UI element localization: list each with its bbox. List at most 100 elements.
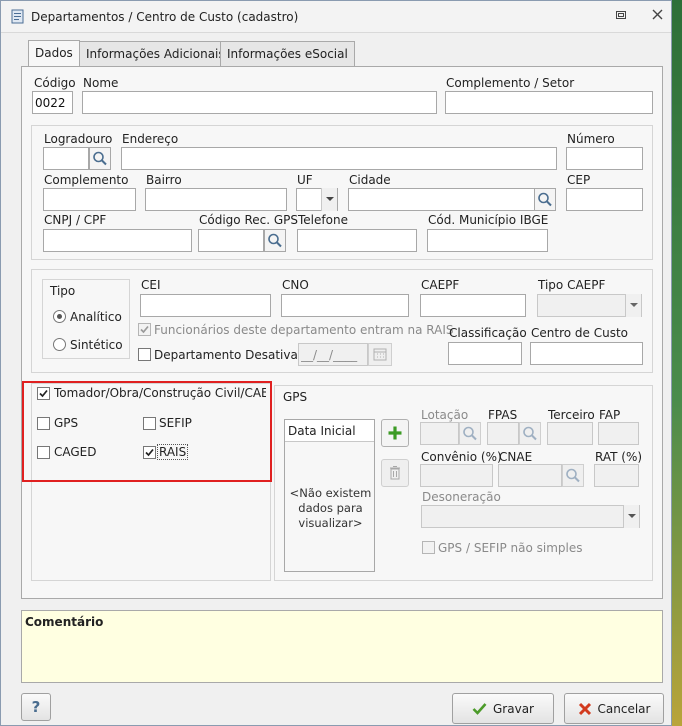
tipo-caepf-dropdown-button[interactable] (625, 294, 641, 317)
codigo-rec-gps-search-button[interactable] (264, 229, 286, 252)
fpas-search-button[interactable] (519, 422, 541, 445)
bairro-input[interactable] (145, 188, 287, 211)
comentario-area[interactable]: Comentário (21, 610, 663, 683)
desativado-date-input[interactable] (298, 343, 368, 366)
cnpj-cpf-input[interactable] (43, 229, 192, 252)
tab-informacoes-adicionais[interactable]: Informações Adicionais (79, 41, 232, 66)
cei-input[interactable] (140, 294, 271, 317)
desoneracao-select[interactable] (421, 505, 640, 528)
rat-input[interactable] (594, 464, 639, 487)
empty-list-text: <Não existem dados para visualizar> (289, 486, 372, 530)
cod-municipio-ibge-input[interactable] (427, 229, 548, 252)
bairro-label: Bairro (146, 173, 182, 187)
tab-label: Informações Adicionais (86, 47, 225, 61)
checkmark-icon (472, 703, 487, 715)
fap-input[interactable] (598, 422, 639, 445)
add-button[interactable] (381, 419, 409, 447)
cep-input[interactable] (566, 188, 643, 211)
uf-dropdown-button[interactable] (321, 188, 337, 211)
close-button[interactable] (646, 7, 668, 27)
endereco-input[interactable] (121, 147, 557, 170)
cnae-label: CNAE (499, 450, 533, 464)
tipo-caepf-select[interactable] (537, 294, 642, 317)
tab-label: Informações eSocial (227, 47, 348, 61)
data-inicial-column-header[interactable]: Data Inicial (285, 420, 374, 442)
telefone-input[interactable] (297, 229, 417, 252)
search-icon (566, 468, 580, 483)
calendar-button[interactable] (368, 343, 392, 366)
title-bar: Departamentos / Centro de Custo (cadastr… (1, 1, 671, 33)
calendar-icon (373, 348, 387, 361)
lotacao-search-button[interactable] (459, 422, 481, 445)
restore-button[interactable] (610, 7, 632, 27)
terceiro-input[interactable] (547, 422, 593, 445)
tipo-analitico-label: Analítico (70, 310, 122, 324)
help-icon: ? (31, 698, 41, 716)
codigo-rec-gps-input[interactable] (198, 229, 264, 252)
uf-label: UF (297, 173, 313, 187)
checkmark-icon (140, 325, 149, 334)
background-window-edge (672, 0, 682, 726)
complemento-label: Complemento (44, 173, 129, 187)
uf-select[interactable] (296, 188, 338, 211)
cidade-input[interactable] (348, 188, 535, 211)
search-icon (268, 233, 282, 248)
plus-icon (388, 426, 402, 440)
nome-input[interactable] (82, 91, 437, 114)
close-icon (652, 9, 662, 20)
search-icon (463, 426, 477, 441)
gps-list[interactable]: Data Inicial <Não existem dados para vis… (284, 419, 375, 572)
search-icon (538, 192, 552, 207)
gravar-label: Gravar (493, 701, 534, 716)
departamento-desativado-checkbox[interactable] (138, 348, 151, 361)
cnae-search-button[interactable] (562, 464, 584, 487)
caepf-input[interactable] (420, 294, 526, 317)
logradouro-label: Logradouro (44, 132, 113, 146)
gps-title: GPS (283, 390, 308, 404)
cidade-search-button[interactable] (534, 188, 556, 211)
classificacao-label: Classificação (449, 326, 527, 340)
tipo-label: Tipo (50, 284, 76, 298)
desoneracao-label: Desoneração (422, 490, 501, 504)
search-icon (523, 426, 537, 441)
highlight-box (22, 381, 272, 482)
chevron-down-icon (627, 514, 636, 518)
x-icon (578, 702, 591, 715)
tab-dados[interactable]: Dados (28, 40, 80, 67)
fpas-input[interactable] (487, 422, 519, 445)
tipo-sintetico-radio[interactable] (53, 338, 66, 351)
cno-input[interactable] (281, 294, 409, 317)
convenio-input[interactable] (420, 464, 493, 487)
cnae-input[interactable] (498, 464, 562, 487)
funcionarios-rais-checkbox[interactable] (138, 323, 151, 336)
cep-label: CEP (567, 173, 591, 187)
complemento-setor-input[interactable] (445, 91, 653, 114)
classificacao-input[interactable] (448, 342, 522, 365)
chevron-down-icon (629, 303, 638, 307)
numero-input[interactable] (566, 147, 643, 170)
centro-de-custo-input[interactable] (530, 342, 643, 365)
help-button[interactable]: ? (21, 693, 51, 721)
logradouro-search-button[interactable] (89, 147, 111, 170)
lotacao-input[interactable] (420, 422, 459, 445)
chevron-down-icon (325, 197, 334, 201)
complemento-input[interactable] (43, 188, 136, 211)
codigo-input[interactable] (32, 91, 73, 114)
cidade-label: Cidade (349, 173, 391, 187)
delete-button[interactable] (381, 459, 409, 487)
gps-sefip-nao-simples-checkbox[interactable] (422, 541, 435, 554)
tipo-analitico-radio[interactable] (53, 310, 66, 323)
radio-dot (57, 314, 62, 319)
desoneracao-dropdown-button[interactable] (623, 505, 639, 528)
tab-informacoes-esocial[interactable]: Informações eSocial (220, 41, 355, 66)
cnpj-cpf-label: CNPJ / CPF (44, 213, 107, 227)
logradouro-input[interactable] (43, 147, 89, 170)
codigo-rec-gps-label: Código Rec. GPS (199, 213, 299, 227)
complemento-setor-label: Complemento / Setor (446, 76, 575, 90)
tab-label: Dados (35, 46, 73, 60)
lotacao-label: Lotação (421, 408, 469, 422)
cancelar-button[interactable]: Cancelar (564, 693, 664, 724)
departamento-desativado-label: Departamento Desativado (154, 348, 313, 362)
numero-label: Número (567, 132, 615, 146)
gravar-button[interactable]: Gravar (452, 693, 554, 724)
